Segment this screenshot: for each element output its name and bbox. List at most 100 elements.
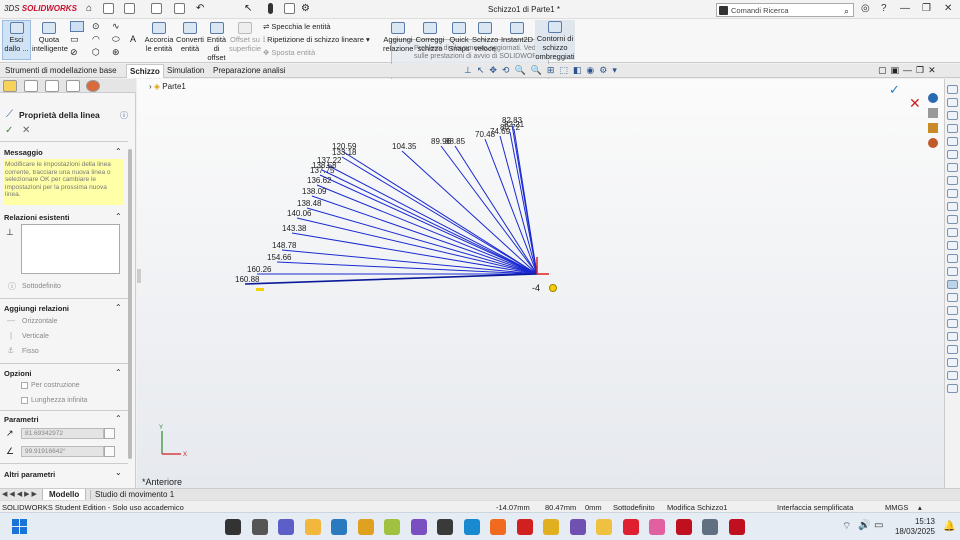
linear-pattern-button[interactable]: ⁞ Ripetizione di schizzo lineare ▾	[263, 35, 370, 44]
chevron-up-icon[interactable]: ⌃	[115, 303, 122, 312]
dimension-label[interactable]: 160.88	[235, 275, 260, 284]
sketch-toolbar-icon[interactable]	[947, 189, 958, 198]
trim-entities-button[interactable]: Accorcia le entità	[144, 21, 174, 53]
existing-relations-list[interactable]	[21, 224, 120, 274]
relation-horizontal[interactable]: Orizzontale	[22, 318, 57, 325]
ellipse-tool-icon[interactable]: ⬭	[112, 34, 120, 45]
chevron-up-icon[interactable]: ⌃	[115, 212, 122, 221]
dimension-label[interactable]: 160.26	[247, 265, 272, 274]
confirm-corner-cancel-icon[interactable]: ✕	[909, 95, 921, 112]
home-icon[interactable]: ⌂	[86, 3, 92, 14]
volume-icon[interactable]: 🔊	[858, 520, 870, 531]
sketch-toolbar-icon[interactable]	[947, 85, 958, 94]
sketch-toolbar-icon[interactable]	[947, 254, 958, 263]
units-dropdown-icon[interactable]: ▴	[918, 503, 922, 512]
heads-up-view-toolbar[interactable]: ⊥↖✥⟲🔍🔍⊞⬚◧◉⚙▾	[464, 65, 622, 76]
battery-icon[interactable]: ▭	[874, 520, 883, 531]
notification-bell-icon[interactable]: 🔔	[943, 521, 955, 532]
viewport-window-controls[interactable]: ▢▣—❐✕	[878, 65, 940, 76]
property-manager-icon[interactable]	[24, 80, 38, 92]
tab-modellazione-base[interactable]: Strumenti di modellazione base	[2, 66, 120, 75]
search-icon[interactable]	[225, 519, 241, 535]
dimension-label[interactable]: 154.66	[267, 253, 292, 262]
rapid-sketch-button[interactable]: Schizzo veloce	[472, 21, 498, 53]
polygon-tool-icon[interactable]: ⬡	[92, 47, 100, 58]
sketch-toolbar-icon[interactable]	[947, 241, 958, 250]
length-input[interactable]: 81.69342972	[21, 428, 104, 439]
chevron-down-icon[interactable]: ⌄	[115, 468, 122, 477]
dimension-label[interactable]: 140.06	[287, 209, 312, 218]
task-pane-mini-icons[interactable]	[928, 93, 942, 163]
point-tool-icon[interactable]: ⊛	[112, 47, 120, 58]
sketch-toolbar-icon[interactable]	[947, 280, 958, 289]
dimension-label[interactable]: 136.62	[307, 176, 332, 185]
length-spinner[interactable]	[104, 428, 115, 439]
tab-simulation[interactable]: Simulation	[164, 66, 207, 75]
solidworks-icon[interactable]	[675, 519, 692, 535]
angle-input[interactable]: 99.91916642°	[21, 446, 104, 457]
sketch-toolbar-icon[interactable]	[947, 332, 958, 341]
tab-schizzo[interactable]: Schizzo	[126, 64, 164, 78]
dimension-label[interactable]: 138.48	[297, 199, 322, 208]
network-icon[interactable]: ⌔	[842, 520, 851, 533]
chevron-up-icon[interactable]: ⌃	[115, 368, 122, 377]
app-icon[interactable]	[569, 519, 586, 535]
spline-tool-icon[interactable]: ∿	[112, 21, 120, 32]
help-icon[interactable]: ?	[881, 3, 887, 14]
line-tool-icon[interactable]	[70, 21, 84, 32]
quick-snaps-button[interactable]: Quick Snaps	[447, 21, 471, 53]
task-view-icon[interactable]	[251, 519, 268, 535]
taskbar-time[interactable]: 15:13	[893, 517, 935, 526]
chevron-up-icon[interactable]: ⌃	[115, 147, 122, 156]
open-file-icon[interactable]	[124, 3, 135, 14]
relation-vertical[interactable]: Verticale	[22, 333, 49, 340]
sketch-line[interactable]	[276, 261, 538, 275]
chevron-up-icon[interactable]: ⌃	[115, 414, 122, 423]
close-icon[interactable]: ✕	[944, 3, 952, 14]
shaded-sketch-contours-button[interactable]: Contorni di schizzo ombreggiati	[535, 20, 575, 61]
feature-manager-icon[interactable]	[3, 80, 17, 92]
windows-start-icon[interactable]	[12, 519, 28, 535]
add-relation-button[interactable]: Aggiungi relazione	[383, 21, 413, 53]
messaggio-section-header[interactable]: Messaggio	[4, 148, 43, 157]
sketch-toolbar-icon[interactable]	[947, 111, 958, 120]
display-manager-icon[interactable]	[86, 80, 100, 92]
dimension-label[interactable]: 137.75	[310, 166, 335, 175]
status-interface[interactable]: Interfaccia semplificata	[777, 503, 853, 512]
new-file-icon[interactable]	[103, 3, 114, 14]
dimension-label[interactable]: 89.96	[431, 137, 452, 146]
solidworks-icon[interactable]	[728, 519, 745, 535]
offset-entities-button[interactable]: Entità di offset	[205, 21, 228, 62]
smart-dimension-button[interactable]: Quota intelligente	[32, 21, 68, 53]
move-entities-button[interactable]: ✥ Sposta entità	[263, 48, 315, 57]
sketch-line[interactable]	[341, 156, 538, 275]
slot-tool-icon[interactable]: ⊘	[70, 47, 78, 58]
solidworks-logo[interactable]: 3DS SOLIDWORKS	[4, 4, 77, 13]
sketch-line[interactable]	[341, 150, 538, 275]
dimxpert-manager-icon[interactable]	[66, 80, 80, 92]
construction-checkbox[interactable]	[21, 382, 28, 389]
minimize-icon[interactable]: —	[900, 3, 910, 14]
maximize-icon[interactable]: ❐	[922, 3, 931, 14]
relazioni-esistenti-header[interactable]: Relazioni esistenti	[4, 213, 69, 222]
app-icon[interactable]	[384, 519, 400, 535]
sketch-toolbar-icon[interactable]	[947, 176, 958, 185]
tab-studio-movimento[interactable]: Studio di movimento 1	[90, 490, 178, 499]
parametri-header[interactable]: Parametri	[4, 415, 39, 424]
opzioni-header[interactable]: Opzioni	[4, 369, 32, 378]
sketch-toolbar-icon[interactable]	[947, 371, 958, 380]
sketch-toolbar-icon[interactable]	[947, 293, 958, 302]
sketch-line[interactable]	[244, 273, 538, 285]
offset-surface-button[interactable]: Offset su superficie	[229, 21, 261, 53]
sketch-toolbar-icon[interactable]	[947, 202, 958, 211]
sketch-toolbar-icon[interactable]	[947, 319, 958, 328]
sketch-toolbar-icon[interactable]	[947, 345, 958, 354]
search-icon[interactable]: ⌕	[844, 6, 849, 17]
sketch-toolbar-icon[interactable]	[947, 163, 958, 172]
command-search-input[interactable]: Comandi Ricerca ⌕	[716, 3, 854, 17]
opera-icon[interactable]	[622, 519, 639, 535]
dimension-label[interactable]: 70.48	[475, 130, 496, 139]
file-properties-icon[interactable]	[284, 3, 295, 14]
teams-icon[interactable]	[278, 519, 294, 535]
dimension-label[interactable]: 104.35	[392, 142, 417, 151]
